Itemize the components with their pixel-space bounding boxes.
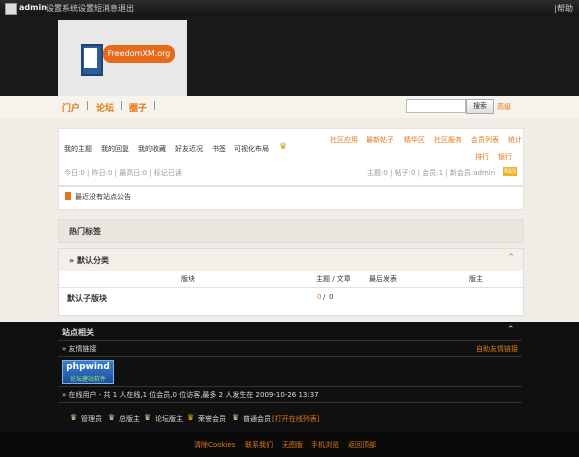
site-related-title: 站点相关 xyxy=(62,328,94,337)
table-row: 默认子版块 0 / 0 xyxy=(59,287,523,308)
subforum-link[interactable]: 默认子版块 xyxy=(67,293,107,304)
role-admin: 管理员 xyxy=(81,415,102,423)
my-favorites-link[interactable]: 我的收藏 xyxy=(138,144,166,154)
nav-portal[interactable]: 门户 xyxy=(62,101,80,114)
column-header-moderator: 版主 xyxy=(469,275,483,283)
site-logo[interactable]: FreedomXM.org xyxy=(58,20,187,96)
search-button[interactable]: 搜索 xyxy=(466,99,494,114)
column-header-forum: 版块 xyxy=(181,275,195,283)
moderator-icon: ♛ xyxy=(144,413,152,422)
mobile-link[interactable]: 手机浏览 xyxy=(311,440,339,450)
role-moderator: 论坛版主 xyxy=(155,415,183,423)
member-list-link[interactable]: 会员列表 xyxy=(471,135,499,145)
role-super-moderator: 总版主 xyxy=(119,415,140,423)
phpwind-logo-text: phpwind xyxy=(66,362,110,372)
back-to-top-link[interactable]: 返回顶部 xyxy=(348,440,376,450)
main-nav: 门户 | 论坛 | 圈子 | 搜索 高级 xyxy=(0,96,579,119)
column-header-topics: 主题 / 文章 xyxy=(316,275,351,283)
admin-role-icon: ♛ xyxy=(70,413,78,422)
divider xyxy=(58,340,522,341)
nav-separator: | xyxy=(120,101,124,111)
honor-member-icon: ♛ xyxy=(187,413,195,422)
visual-layout-link[interactable]: 可视化布局 xyxy=(234,144,269,154)
bank-link[interactable]: 银行 xyxy=(498,152,512,162)
site-stats: 主题:0 | 帖子:0 | 会员:1 | 新会员:admin xyxy=(367,169,496,177)
user-icon xyxy=(5,3,17,15)
my-replies-link[interactable]: 我的回复 xyxy=(101,144,129,154)
super-mod-icon: ♛ xyxy=(108,413,116,422)
trophy-icon[interactable]: ♛ xyxy=(279,142,287,152)
logo-text: FreedomXM.org xyxy=(103,45,175,63)
online-users-info: » 在线用户 - 共 1 人在线,1 位会员,0 位访客,最多 2 人发生在 2… xyxy=(62,391,319,399)
top-bar: admin 设置 系统设置 短消息 退出 |帮助 xyxy=(0,0,579,16)
text-only-link[interactable]: 无图版 xyxy=(282,440,303,450)
hot-tags-panel: 热门标签 xyxy=(58,219,524,243)
speaker-icon xyxy=(65,192,71,200)
role-member: 普通会员 xyxy=(243,415,271,423)
search-input[interactable] xyxy=(406,99,466,113)
role-honor-member: 荣誉会员 xyxy=(198,415,226,423)
count-separator: / xyxy=(323,293,326,301)
divider xyxy=(58,402,522,403)
username-link[interactable]: admin xyxy=(19,3,47,12)
nav-forum[interactable]: 论坛 xyxy=(96,101,114,114)
hot-tags-title: 热门标签 xyxy=(69,227,101,236)
category-title[interactable]: » 默认分类 xyxy=(69,255,109,266)
help-link[interactable]: |帮助 xyxy=(554,3,573,14)
community-apps-link[interactable]: 社区应用 xyxy=(330,135,358,145)
phpwind-logo-subtext: 论坛建站软件 xyxy=(69,376,106,383)
nav-separator: | xyxy=(86,101,90,111)
digest-link[interactable]: 精华区 xyxy=(404,135,425,145)
announcement-bar: 最近没有站点公告 xyxy=(58,186,524,210)
logo-mark-inner xyxy=(84,48,97,68)
logout-link[interactable]: 退出 xyxy=(118,3,134,14)
friends-status-link[interactable]: 好友近况 xyxy=(175,144,203,154)
category-header[interactable]: » 默认分类 ⌃ xyxy=(59,249,523,271)
friend-links-title: » 友情链接 xyxy=(62,345,97,353)
bookmarks-link[interactable]: 书签 xyxy=(212,144,226,154)
column-header-last-post: 最后发表 xyxy=(369,275,397,283)
member-icon: ♛ xyxy=(232,413,240,422)
my-topics-link[interactable]: 我的主题 xyxy=(64,144,92,154)
community-services-link[interactable]: 社区服务 xyxy=(434,135,462,145)
clear-cookies-link[interactable]: 清除Cookies xyxy=(194,440,235,450)
divider xyxy=(58,386,522,387)
divider xyxy=(58,356,522,357)
settings-link[interactable]: 设置 xyxy=(46,3,62,14)
daily-stats: 今日:0 | 昨日:0 | 最高日:0 | 标记已读 xyxy=(64,169,182,177)
advanced-search-link[interactable]: 高级 xyxy=(497,102,511,112)
rss-badge[interactable]: RSS xyxy=(503,167,517,176)
open-online-list-link[interactable]: [打开在线列表] xyxy=(272,414,319,424)
messages-link[interactable]: 短消息 xyxy=(94,3,118,14)
nav-circle[interactable]: 圈子 xyxy=(129,101,147,114)
collapse-icon[interactable]: ⌃ xyxy=(507,325,515,335)
post-count: 0 xyxy=(329,293,334,301)
topic-count: 0 xyxy=(317,293,322,301)
forum-category: » 默认分类 ⌃ 版块 主题 / 文章 最后发表 版主 默认子版块 0 / 0 xyxy=(58,248,524,316)
collapse-icon[interactable]: ⌃ xyxy=(507,253,515,263)
nav-separator: | xyxy=(153,101,157,111)
system-settings-link[interactable]: 系统设置 xyxy=(62,3,94,14)
latest-posts-link[interactable]: 最新帖子 xyxy=(366,135,394,145)
contact-us-link[interactable]: 联系我们 xyxy=(245,440,273,450)
phpwind-logo[interactable]: phpwind 论坛建站软件 xyxy=(62,360,114,384)
ranking-link[interactable]: 排行 xyxy=(475,152,489,162)
self-service-link[interactable]: 自助友情链接 xyxy=(476,344,518,354)
announcement-text: 最近没有站点公告 xyxy=(75,193,131,201)
statistics-link[interactable]: 统计 xyxy=(508,135,522,145)
